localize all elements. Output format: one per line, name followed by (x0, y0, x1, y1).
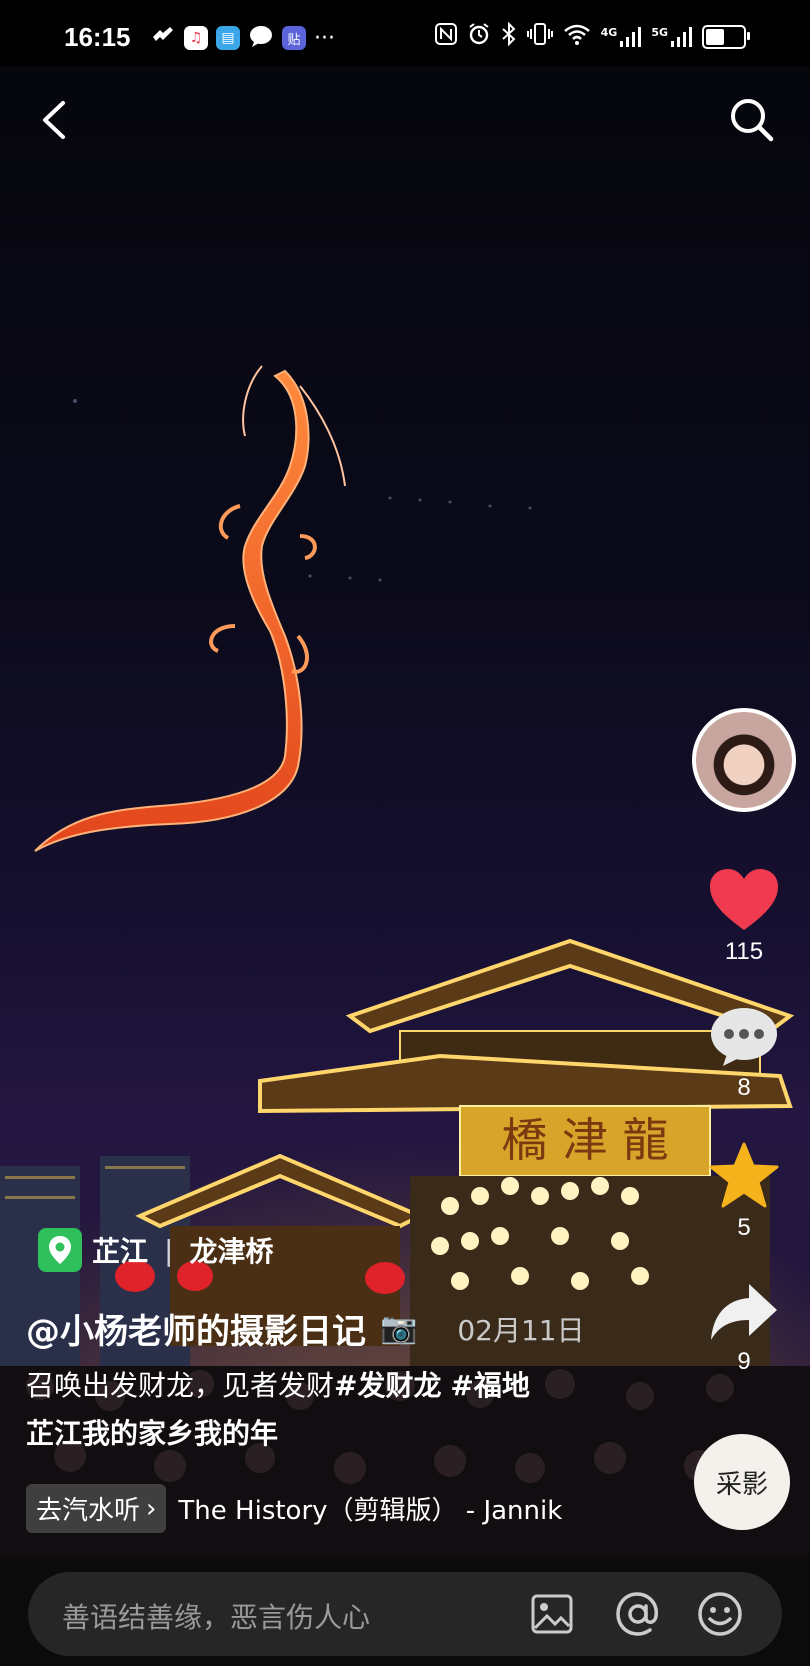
comment-count: 8 (737, 1074, 751, 1101)
comment-button[interactable]: 8 (709, 1006, 779, 1102)
notification-icons: ♫ ▤ 贴 ··· (150, 24, 335, 52)
music-disc[interactable]: 采影 (694, 1434, 790, 1530)
like-button[interactable]: 115 (708, 868, 780, 966)
tieba-app-icon: 贴 (282, 26, 306, 50)
caption: 召唤出发财龙，见者发财#发财龙 #福地 芷江我的家乡我的年 (26, 1362, 626, 1458)
music-title[interactable]: The History（剪辑版） - Jannik (178, 1490, 598, 1527)
chevron-right-icon: › (146, 1493, 157, 1524)
comment-input[interactable]: 善语结善缘，恶言伤人心 (28, 1572, 782, 1656)
book-app-icon: ▤ (216, 26, 240, 50)
image-icon (531, 1594, 573, 1634)
mention-button[interactable] (614, 1590, 662, 1638)
nfc-icon (434, 23, 457, 51)
dragon-drone-show (34, 365, 346, 852)
emoji-button[interactable] (696, 1590, 744, 1638)
author-avatar[interactable] (692, 708, 796, 812)
signal-5g-icon: 5G (651, 26, 692, 48)
location-pin-icon (38, 1228, 82, 1272)
network-4g-label: 4G (600, 26, 618, 39)
bottom-bar: 善语结善缘，恶言伤人心 (0, 1556, 810, 1666)
wifi-icon (563, 23, 591, 51)
image-button[interactable] (528, 1590, 576, 1638)
signal-4g-icon: 4G (601, 26, 642, 48)
caption-text: 召唤出发财龙，见者发财 (26, 1369, 335, 1402)
caption-line2: 芷江我的家乡我的年 (26, 1417, 279, 1450)
hashtag-facailong[interactable]: #发财龙 (334, 1369, 441, 1402)
battery-level (706, 29, 724, 45)
music-app-icon: ♫ (184, 26, 208, 50)
vibrate-icon (526, 22, 553, 52)
post-date: 02月11日 (457, 1313, 585, 1347)
search-icon (731, 99, 774, 142)
comment-icon (711, 1008, 777, 1066)
message-icon (248, 24, 274, 52)
favorite-button[interactable]: 5 (709, 1142, 779, 1242)
author-name[interactable]: @小杨老师的摄影日记 (26, 1304, 366, 1353)
location-place: 龙津桥 (189, 1235, 274, 1268)
listen-button-label: 去汽水听 (36, 1496, 141, 1526)
status-right-icons: 4G 5G (434, 21, 750, 52)
status-time: 16:15 (64, 22, 131, 52)
share-count: 9 (737, 1348, 751, 1375)
more-notifications-icon: ··· (314, 25, 335, 51)
alarm-icon (467, 22, 491, 52)
favorite-count: 5 (737, 1214, 751, 1241)
star-icon (709, 1142, 779, 1208)
music-row: 去汽水听 › The History（剪辑版） - Jannik (26, 1484, 598, 1533)
author-row: @小杨老师的摄影日记 📷 02月11日 (26, 1304, 585, 1353)
network-5g-label: 5G (651, 26, 668, 39)
bluetooth-icon (501, 21, 517, 52)
location-separator: | (164, 1233, 174, 1267)
location-city: 芷江 (92, 1235, 149, 1268)
like-count: 115 (724, 938, 764, 965)
status-bar: 16:15 ♫ ▤ 贴 ··· 4G 5G (0, 0, 810, 66)
camera-icon: 📷 (380, 1311, 418, 1346)
music-cover-icon: 采影 (715, 1469, 768, 1500)
chevron-left-icon (43, 101, 65, 139)
at-icon (616, 1592, 658, 1636)
heart-icon (710, 869, 778, 930)
share-button[interactable]: 9 (709, 1282, 779, 1376)
battery-icon (702, 25, 750, 49)
search-button[interactable] (724, 92, 780, 148)
svg-text:橋 津 龍: 橋 津 龍 (501, 1113, 668, 1167)
comment-placeholder: 善语结善缘，恶言伤人心 (62, 1601, 371, 1634)
side-actions: 115 8 5 9 (692, 708, 796, 1376)
hashtag-fudi[interactable]: #福地 (450, 1369, 529, 1402)
share-arrow-icon (711, 1284, 777, 1340)
listen-in-qishui-button[interactable]: 去汽水听 › (26, 1484, 167, 1533)
location-tag[interactable]: 芷江 | 龙津桥 (38, 1228, 273, 1272)
tiktok-notification-icon (150, 25, 176, 51)
back-button[interactable] (26, 92, 82, 148)
emoji-icon (698, 1592, 742, 1636)
